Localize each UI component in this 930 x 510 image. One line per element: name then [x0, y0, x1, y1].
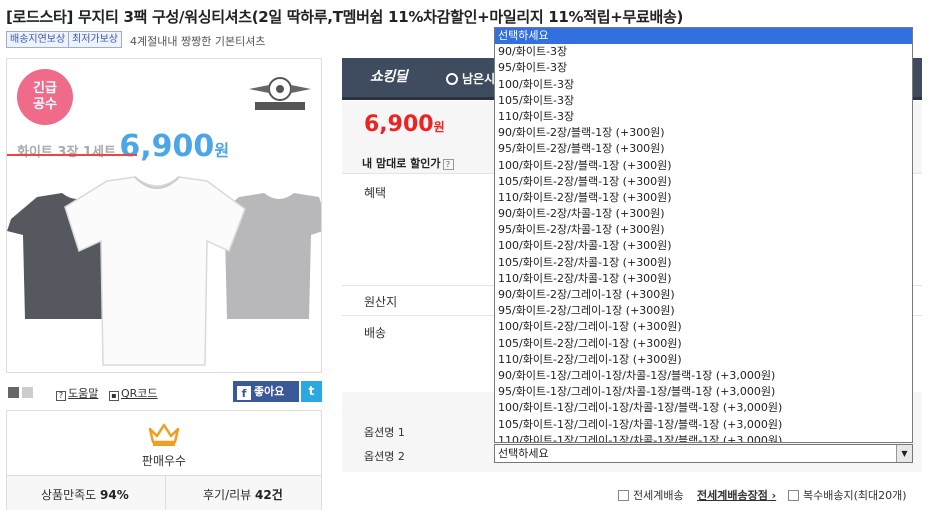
help-link[interactable]: ? 도움말	[56, 385, 98, 401]
remaining-time: 남은시	[446, 70, 495, 87]
dropdown-option[interactable]: 100/화이트-3장	[495, 77, 912, 93]
award-panel: 판매우수	[6, 410, 322, 476]
rating-stats: 상품만족도 94% 후기/리뷰 42건	[6, 476, 322, 510]
shipping-label: 배송	[364, 326, 387, 340]
option1-dropdown-list[interactable]: 선택하세요 90/화이트-3장 95/화이트-3장 100/화이트-3장 105/화이트…	[494, 27, 913, 443]
dropdown-option[interactable]: 90/화이트-2장/블랙-1장 (+300원)	[495, 125, 912, 141]
option2-label: 옵션명 2	[364, 450, 405, 463]
product-subtitle: 4계절내내 짱짱한 기본티셔츠	[130, 35, 266, 48]
dropdown-option[interactable]: 100/화이트-1장/그레이-1장/차콜-1장/블랙-1장 (+3,000원)	[495, 400, 912, 416]
dropdown-option[interactable]: 95/화이트-2장/차콜-1장 (+300원)	[495, 222, 912, 238]
multi-address-checkbox[interactable]: 복수배송지(최대20개)	[788, 487, 907, 503]
checkbox-icon[interactable]	[618, 490, 629, 501]
custom-discount-label[interactable]: 내 맘대로 할인가?	[362, 155, 454, 171]
product-title: [로드스타] 무지티 3팩 구성/워싱티셔츠(2일 딱하루,T멤버쉽 11%차감…	[6, 8, 684, 26]
badge-delivery-delay[interactable]: 배송지연보상	[6, 31, 70, 48]
dropdown-option[interactable]: 90/화이트-2장/차콜-1장 (+300원)	[495, 206, 912, 222]
qr-code-link[interactable]: ▪ QR코드	[109, 385, 158, 401]
shocking-deal-logo: 쇼킹딜	[370, 69, 408, 85]
option2-select[interactable]: 선택하세요 ▼	[494, 444, 913, 463]
benefit-label: 혜택	[364, 186, 387, 200]
brand-logo-icon	[249, 77, 311, 110]
dropdown-option[interactable]: 110/화이트-2장/그레이-1장 (+300원)	[495, 352, 912, 368]
urgent-badge: 긴급 공수	[17, 69, 73, 125]
thumbnail-dark[interactable]	[8, 387, 19, 398]
option1-label: 옵션명 1	[364, 426, 405, 439]
dropdown-option[interactable]: 95/화이트-1장/그레이-1장/차콜-1장/블랙-1장 (+3,000원)	[495, 384, 912, 400]
checkbox-icon[interactable]	[788, 490, 799, 501]
dropdown-option[interactable]: 90/화이트-2장/그레이-1장 (+300원)	[495, 287, 912, 303]
sale-price: 6,900원	[364, 112, 445, 137]
image-price-banner: 화이트 3장 1세트 6,900원	[17, 129, 230, 164]
price-underline	[7, 154, 137, 156]
dropdown-option[interactable]: 선택하세요	[495, 28, 912, 45]
clock-icon	[446, 73, 458, 85]
product-image[interactable]: 긴급 공수 화이트 3장 1세트 6,900원	[6, 58, 322, 373]
dropdown-option[interactable]: 95/화이트-2장/블랙-1장 (+300원)	[495, 141, 912, 157]
dropdown-option[interactable]: 100/화이트-2장/블랙-1장 (+300원)	[495, 158, 912, 174]
dropdown-option[interactable]: 110/화이트-2장/블랙-1장 (+300원)	[495, 190, 912, 206]
thumbnail-light[interactable]	[22, 387, 33, 398]
dropdown-option[interactable]: 105/화이트-1장/그레이-1장/차콜-1장/블랙-1장 (+3,000원)	[495, 417, 912, 433]
facebook-icon: f	[237, 386, 251, 400]
dropdown-option[interactable]: 100/화이트-2장/차콜-1장 (+300원)	[495, 238, 912, 254]
dropdown-option[interactable]: 105/화이트-3장	[495, 93, 912, 109]
qr-icon: ▪	[109, 391, 119, 401]
origin-label: 원산지	[364, 295, 398, 309]
satisfaction-stat: 상품만족도 94%	[41, 488, 129, 502]
global-shipping-info-link[interactable]: 전세계배송장점 ›	[697, 487, 776, 503]
twitter-button[interactable]: t	[301, 381, 322, 402]
chevron-down-icon[interactable]: ▼	[896, 445, 912, 462]
badge-lowest-price[interactable]: 최저가보상	[68, 31, 122, 48]
dropdown-option[interactable]: 110/화이트-1장/그레이-1장/차콜-1장/블랙-1장 (+3,000원)	[495, 433, 912, 442]
facebook-like-button[interactable]: f 좋아요	[233, 381, 299, 402]
question-icon: ?	[56, 391, 66, 401]
dropdown-option[interactable]: 110/화이트-3장	[495, 109, 912, 125]
dropdown-option[interactable]: 110/화이트-2장/차콜-1장 (+300원)	[495, 271, 912, 287]
dropdown-option[interactable]: 100/화이트-2장/그레이-1장 (+300원)	[495, 319, 912, 335]
image-thumbnails[interactable]	[8, 387, 36, 401]
dropdown-option[interactable]: 90/화이트-1장/그레이-1장/차콜-1장/블랙-1장 (+3,000원)	[495, 368, 912, 384]
help-icon[interactable]: ?	[442, 159, 454, 170]
dropdown-option[interactable]: 90/화이트-3장	[495, 44, 912, 60]
dropdown-option[interactable]: 95/화이트-3장	[495, 60, 912, 76]
dropdown-option[interactable]: 105/화이트-2장/차콜-1장 (+300원)	[495, 255, 912, 271]
global-shipping-checkbox[interactable]: 전세계배송	[618, 487, 684, 503]
award-label: 판매우수	[141, 454, 187, 468]
crown-icon	[148, 423, 180, 446]
dropdown-option[interactable]: 105/화이트-2장/블랙-1장 (+300원)	[495, 174, 912, 190]
review-stat[interactable]: 후기/리뷰 42건	[203, 486, 283, 503]
tshirts-illustration	[7, 176, 321, 366]
dropdown-option[interactable]: 105/화이트-2장/그레이-1장 (+300원)	[495, 336, 912, 352]
dropdown-option[interactable]: 95/화이트-2장/그레이-1장 (+300원)	[495, 303, 912, 319]
